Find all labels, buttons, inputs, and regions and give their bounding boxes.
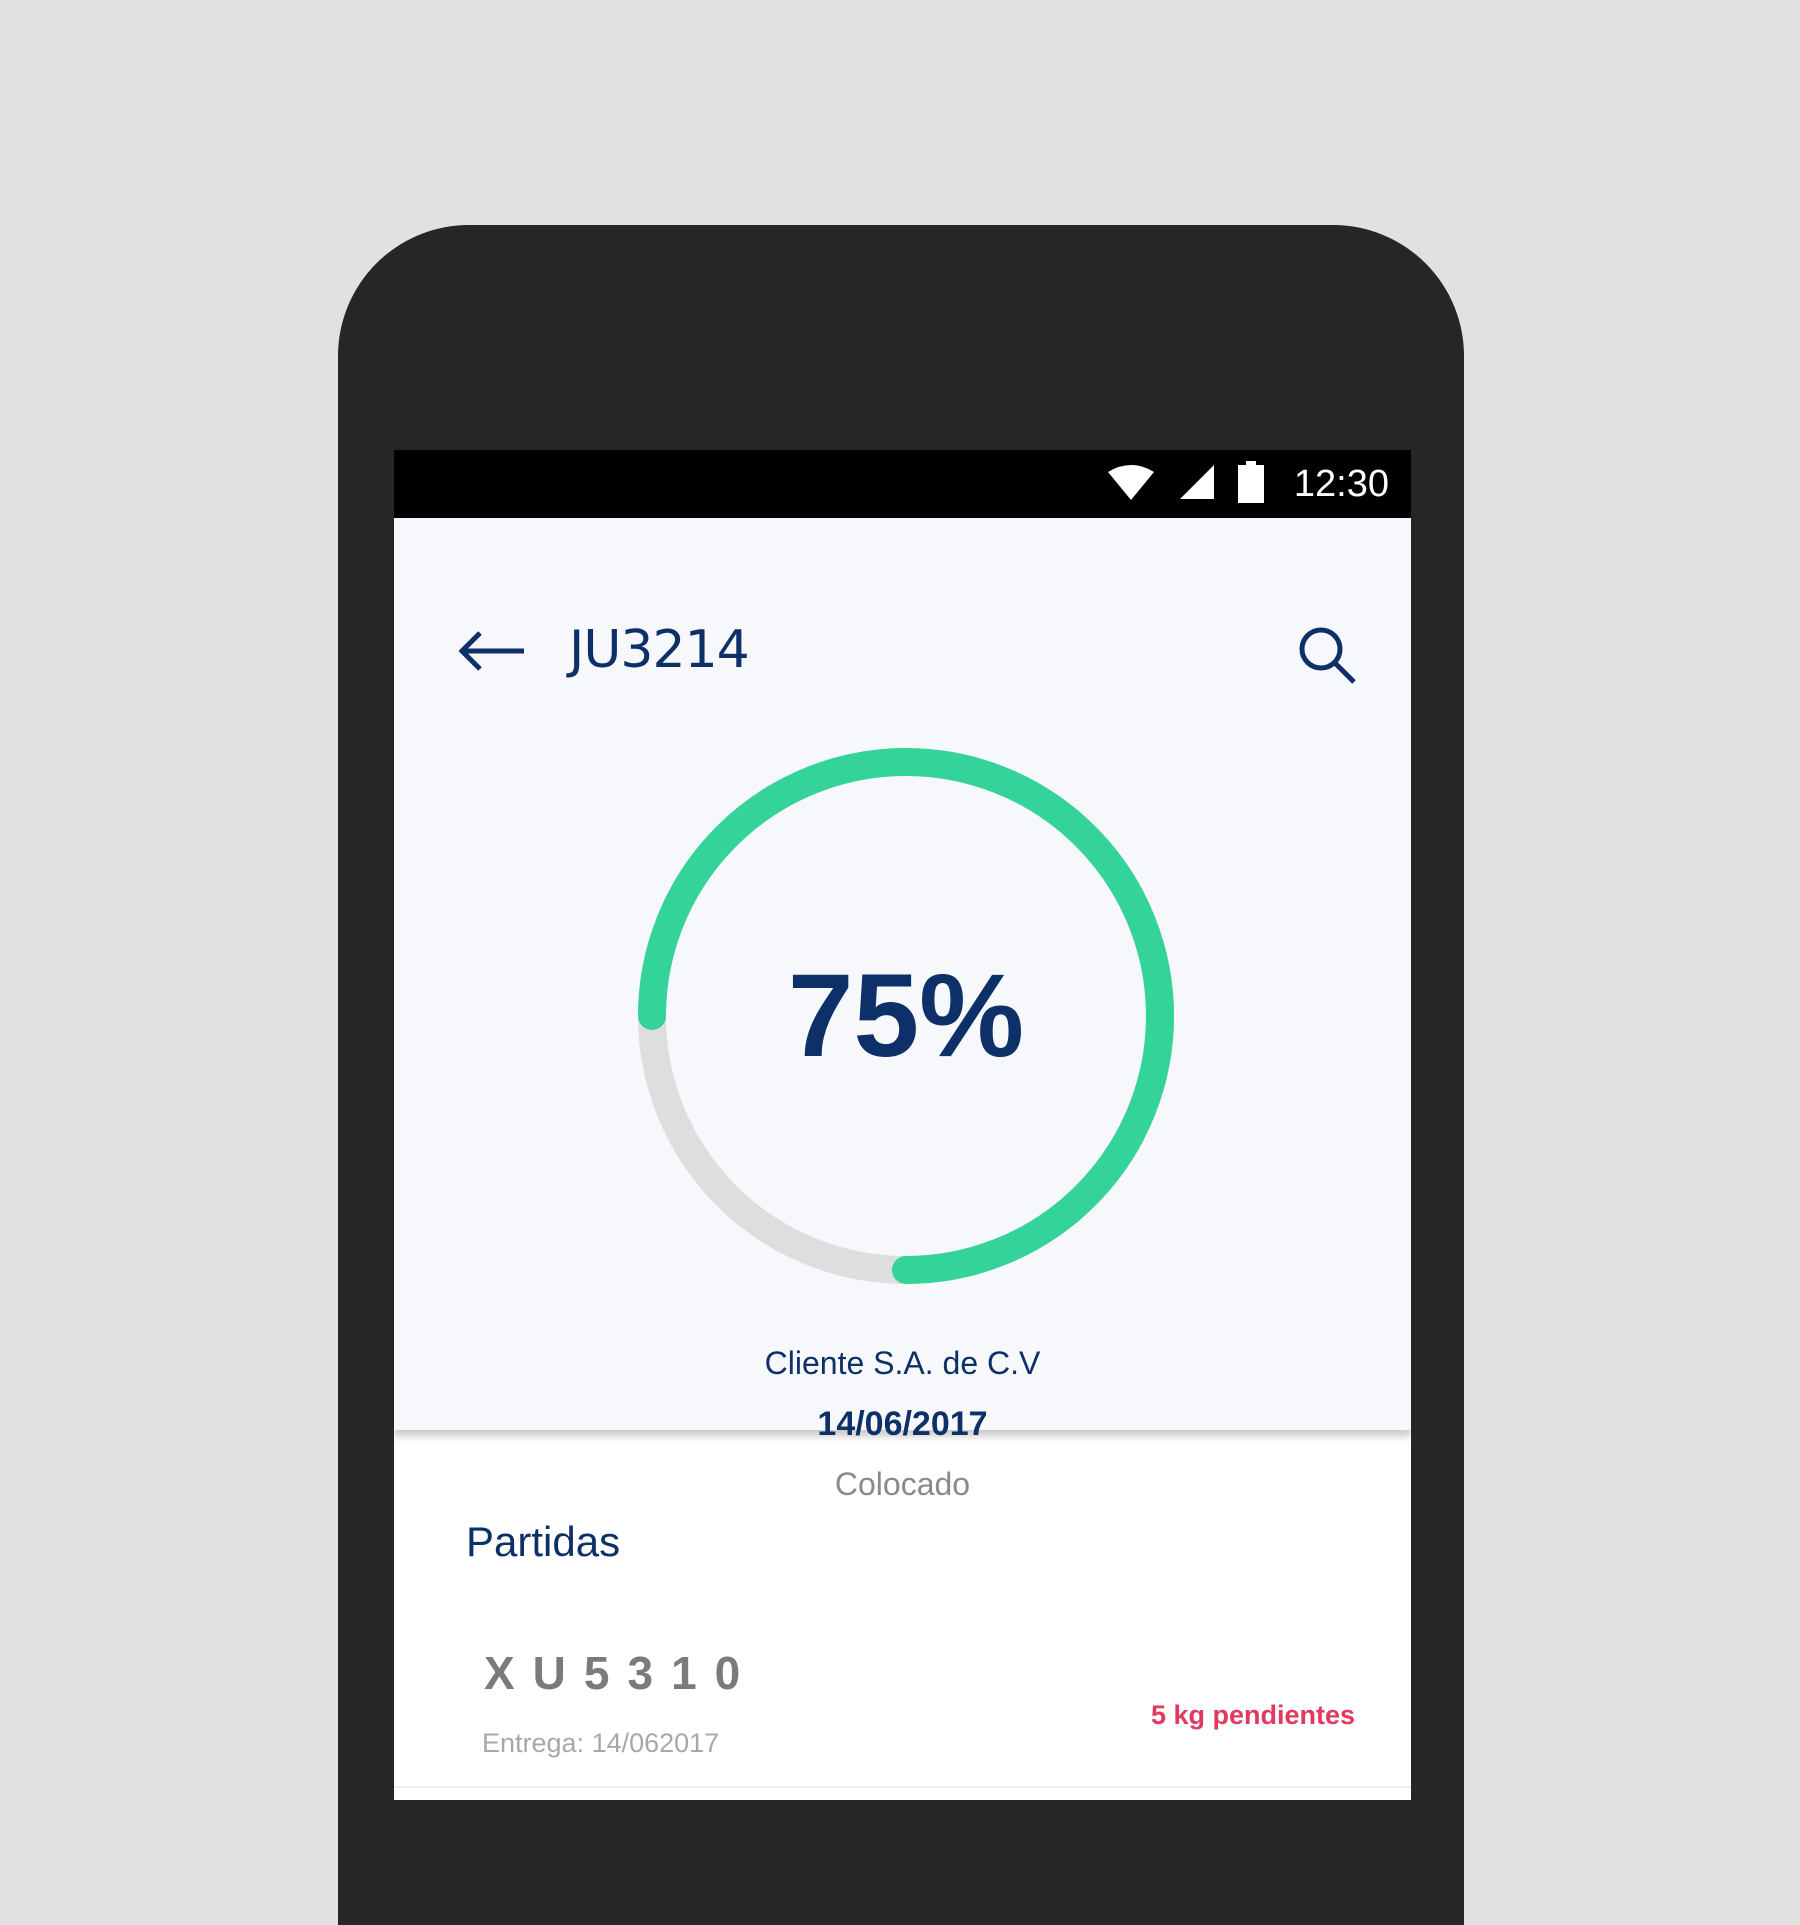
item-delivery: Entrega: 14/062017 — [482, 1728, 720, 1758]
search-icon — [1296, 624, 1358, 691]
status-icons: 12:30 — [1106, 450, 1389, 518]
order-summary-panel: JU3214 75% Cliente S.A. de C.V 14/06/201… — [394, 518, 1411, 1502]
signal-icon — [1178, 463, 1216, 506]
search-button[interactable] — [1294, 624, 1360, 690]
progress-percent: 75% — [787, 950, 1025, 1082]
page-title: JU3214 — [569, 620, 750, 680]
wifi-icon — [1106, 462, 1156, 507]
item-pending: 5 kg pendientes — [1150, 1700, 1355, 1730]
order-date: 14/06/2017 — [817, 1405, 988, 1443]
back-button[interactable] — [456, 628, 526, 678]
client-name: Cliente S.A. de C.V — [764, 1345, 1041, 1381]
section-title-partidas: Partidas — [466, 1518, 621, 1565]
order-status: Colocado — [834, 1466, 971, 1502]
battery-icon — [1237, 460, 1264, 508]
status-bar: 12:30 — [394, 450, 1411, 518]
divider — [394, 1786, 1411, 1788]
status-time: 12:30 — [1293, 462, 1389, 505]
app-screen: 12:30 JU3214 75% Cliente S.A. de C.V 14/… — [394, 450, 1411, 1800]
item-code: XU5310 — [484, 1647, 759, 1699]
list-item[interactable]: XU5310 Entrega: 14/062017 5 kg pendiente… — [394, 1610, 1411, 1775]
arrow-left-icon — [456, 629, 526, 678]
